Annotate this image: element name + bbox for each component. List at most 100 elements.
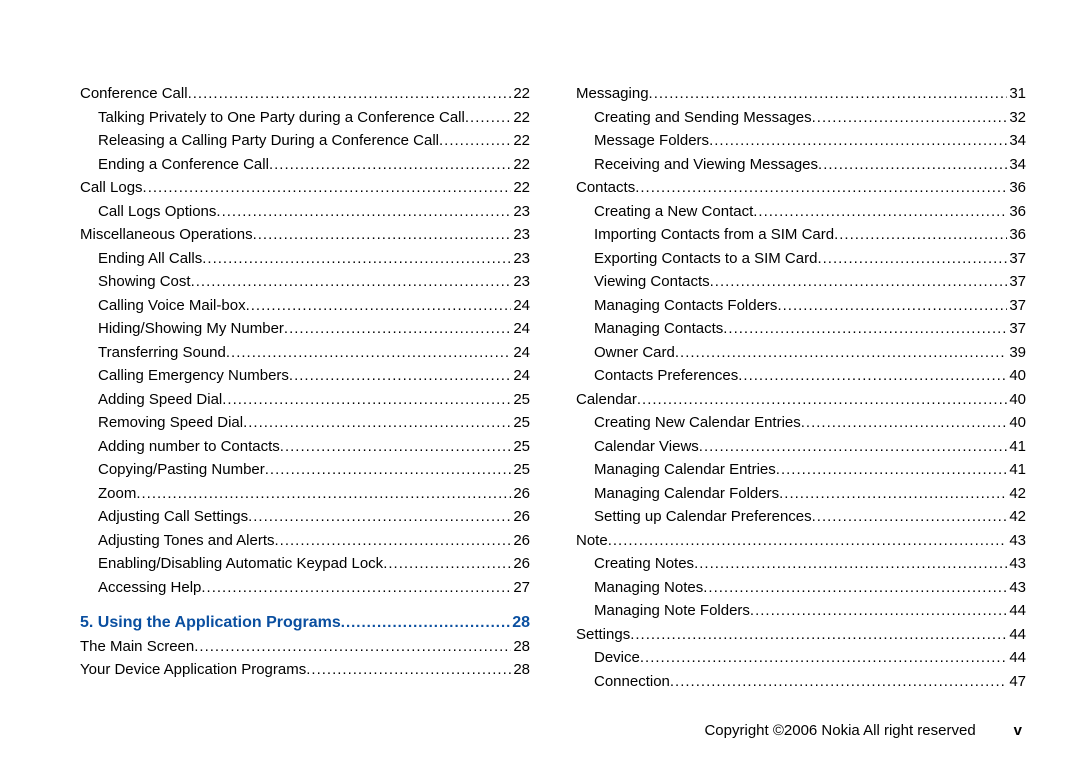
- toc-label: The Main Screen: [80, 635, 194, 659]
- toc-label: Ending a Conference Call: [98, 153, 269, 177]
- toc-section-heading: 5. Using the Application Programs28: [80, 611, 530, 635]
- toc-label: 5. Using the Application Programs: [80, 611, 341, 635]
- toc-page: 23: [511, 247, 530, 271]
- toc-entry: Setting up Calendar Preferences42: [576, 505, 1026, 529]
- toc-entry: Removing Speed Dial 25: [80, 411, 530, 435]
- toc-leader-dots: [630, 623, 1007, 647]
- toc-label: Releasing a Calling Party During a Confe…: [98, 129, 439, 153]
- toc-page: 40: [1007, 411, 1026, 435]
- toc-entry: The Main Screen28: [80, 635, 530, 659]
- toc-leader-dots: [777, 294, 1007, 318]
- toc-label: Removing Speed Dial: [98, 411, 243, 435]
- toc-label: Calendar: [576, 388, 637, 412]
- toc-page: 42: [1007, 505, 1026, 529]
- toc-page: 26: [511, 529, 530, 553]
- toc-page: 25: [511, 411, 530, 435]
- toc-entry: Copying/Pasting Number25: [80, 458, 530, 482]
- toc-entry: Call Logs 22: [80, 176, 530, 200]
- toc-label: Calling Voice Mail-box: [98, 294, 246, 318]
- toc-label: Message Folders: [594, 129, 709, 153]
- toc-entry: Calendar40: [576, 388, 1026, 412]
- toc-label: Calling Emergency Numbers: [98, 364, 289, 388]
- toc-entry: Enabling/Disabling Automatic Keypad Lock…: [80, 552, 530, 576]
- toc-leader-dots: [738, 364, 1007, 388]
- page: Conference Call22Talking Privately to On…: [0, 0, 1080, 779]
- toc-leader-dots: [723, 317, 1007, 341]
- toc-leader-dots: [834, 223, 1007, 247]
- page-number: v: [1014, 722, 1022, 739]
- toc-page: 24: [511, 341, 530, 365]
- toc-page: 24: [511, 317, 530, 341]
- toc-leader-dots: [143, 176, 512, 200]
- toc-label: Call Logs: [80, 176, 143, 200]
- toc-entry: Contacts36: [576, 176, 1026, 200]
- toc-label: Adjusting Call Settings: [98, 505, 248, 529]
- toc-entry: Adding number to Contacts25: [80, 435, 530, 459]
- toc-page: 47: [1007, 670, 1026, 694]
- toc-entry: Your Device Application Programs28: [80, 658, 530, 682]
- toc-page: 22: [511, 106, 530, 130]
- toc-leader-dots: [640, 646, 1007, 670]
- toc-leader-dots: [201, 576, 511, 600]
- toc-page: 39: [1007, 341, 1026, 365]
- toc-page: 25: [511, 388, 530, 412]
- toc-leader-dots: [265, 458, 512, 482]
- toc-entry: Managing Notes43: [576, 576, 1026, 600]
- toc-leader-dots: [465, 106, 511, 130]
- toc-label: Adding Speed Dial: [98, 388, 222, 412]
- toc-label: Settings: [576, 623, 630, 647]
- toc-label: Zoom: [98, 482, 136, 506]
- toc-page: 22: [511, 176, 530, 200]
- toc-entry: Managing Contacts Folders37: [576, 294, 1026, 318]
- toc-entry: Message Folders 34: [576, 129, 1026, 153]
- toc-page: 23: [511, 270, 530, 294]
- toc-entry: Settings 44: [576, 623, 1026, 647]
- toc-entry: Managing Contacts37: [576, 317, 1026, 341]
- toc-leader-dots: [289, 364, 511, 388]
- toc-page: 28: [511, 658, 530, 682]
- toc-page: 22: [511, 82, 530, 106]
- toc-left-column: Conference Call22Talking Privately to On…: [80, 82, 530, 693]
- toc-label: Hiding/Showing My Number: [98, 317, 284, 341]
- toc-leader-dots: [275, 529, 512, 553]
- toc-entry: Ending a Conference Call 22: [80, 153, 530, 177]
- toc-page: 43: [1007, 576, 1026, 600]
- toc-page: 22: [511, 153, 530, 177]
- toc-label: Miscellaneous Operations: [80, 223, 253, 247]
- toc-entry: Transferring Sound24: [80, 341, 530, 365]
- toc-leader-dots: [284, 317, 511, 341]
- toc-label: Importing Contacts from a SIM Card: [594, 223, 834, 247]
- toc-leader-dots: [670, 670, 1007, 694]
- toc-entry: Talking Privately to One Party during a …: [80, 106, 530, 130]
- toc-leader-dots: [812, 505, 1008, 529]
- toc-entry: Creating Notes43: [576, 552, 1026, 576]
- toc-label: Accessing Help: [98, 576, 201, 600]
- toc-page: 40: [1007, 364, 1026, 388]
- toc-label: Messaging: [576, 82, 649, 106]
- toc-entry: Calling Emergency Numbers24: [80, 364, 530, 388]
- toc-label: Managing Contacts Folders: [594, 294, 777, 318]
- toc-page: 31: [1007, 82, 1026, 106]
- toc-page: 34: [1007, 129, 1026, 153]
- toc-entry: Conference Call22: [80, 82, 530, 106]
- toc-page: 23: [511, 223, 530, 247]
- toc-entry: Exporting Contacts to a SIM Card37: [576, 247, 1026, 271]
- toc-entry: Call Logs Options23: [80, 200, 530, 224]
- toc-label: Viewing Contacts: [594, 270, 710, 294]
- toc-leader-dots: [703, 576, 1007, 600]
- toc-leader-dots: [269, 153, 511, 177]
- toc-page: 44: [1007, 646, 1026, 670]
- toc-leader-dots: [248, 505, 511, 529]
- toc-page: 44: [1007, 623, 1026, 647]
- toc-page: 25: [511, 435, 530, 459]
- toc-page: 32: [1007, 106, 1026, 130]
- toc-label: Creating a New Contact: [594, 200, 753, 224]
- toc-leader-dots: [649, 82, 1008, 106]
- toc-entry: Creating New Calendar Entries40: [576, 411, 1026, 435]
- toc-entry: Adjusting Call Settings26: [80, 505, 530, 529]
- toc-leader-dots: [699, 435, 1008, 459]
- toc-label: Exporting Contacts to a SIM Card: [594, 247, 817, 271]
- toc-leader-dots: [280, 435, 512, 459]
- toc-entry: Hiding/Showing My Number 24: [80, 317, 530, 341]
- toc-label: Managing Contacts: [594, 317, 723, 341]
